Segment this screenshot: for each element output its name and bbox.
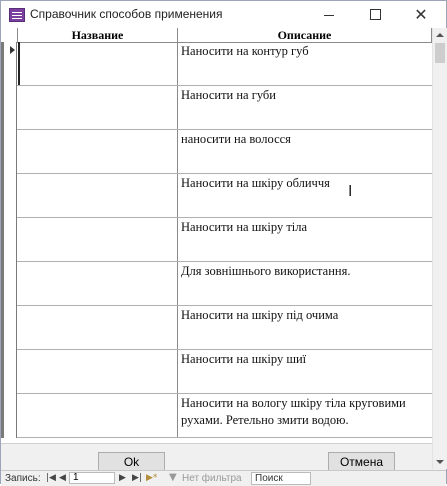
description-cell[interactable]: Наносити на шкіру обличчя [178, 174, 432, 217]
record-selector[interactable] [1, 130, 17, 174]
current-record-input[interactable]: 1 [69, 472, 115, 484]
previous-record-button[interactable]: ◀ [59, 473, 66, 483]
maximize-button[interactable] [352, 1, 398, 28]
name-cell[interactable] [18, 350, 178, 393]
record-selector[interactable] [1, 350, 17, 394]
description-cell[interactable]: Для зовнішнього використання. [178, 262, 432, 305]
column-header-name[interactable]: Название [18, 28, 178, 42]
table-row[interactable]: Наносити на шкіру тіла [1, 218, 432, 262]
name-cell[interactable] [18, 262, 178, 305]
table-row[interactable]: Для зовнішнього використання. [1, 262, 432, 306]
filter-status[interactable]: Нет фильтра [182, 473, 242, 484]
scroll-up-button[interactable] [433, 28, 447, 42]
name-cell[interactable] [18, 42, 178, 85]
record-selector[interactable] [1, 86, 17, 130]
name-cell[interactable] [18, 306, 178, 349]
ok-button-label: Ok [123, 455, 140, 469]
record-selector[interactable] [1, 218, 17, 262]
title-bar: Справочник способов применения ✕ [1, 1, 446, 28]
form-icon [9, 8, 25, 22]
dialog-window: Справочник способов применения ✕ Названи… [0, 0, 447, 486]
current-record-arrow-icon [10, 46, 15, 54]
description-cell[interactable]: Наносити на шкіру шиї [178, 350, 432, 393]
description-cell[interactable]: Наносити на шкіру під очима [178, 306, 432, 349]
cancel-button[interactable]: Отмена [328, 452, 395, 472]
first-record-button[interactable]: |◀ [46, 473, 56, 483]
name-cell[interactable] [18, 86, 178, 129]
new-record-button[interactable]: ▶* [146, 473, 157, 483]
vertical-scrollbar[interactable] [432, 28, 447, 469]
name-cell[interactable] [18, 394, 178, 437]
record-selector[interactable] [1, 394, 17, 438]
arrow-up-icon [436, 33, 444, 37]
description-cell[interactable]: наносити на волосся [178, 130, 432, 173]
description-cell[interactable]: Наносити на вологу шкіру тіла круговими … [178, 394, 432, 437]
column-header-row: Название Описание [1, 28, 432, 43]
next-record-button[interactable]: ▶ [119, 473, 126, 483]
close-icon: ✕ [414, 4, 428, 24]
name-cell[interactable] [18, 130, 178, 173]
scroll-down-button[interactable] [433, 455, 447, 469]
text-cursor-icon: I [348, 182, 353, 200]
last-record-button[interactable]: ▶| [132, 473, 142, 483]
column-header-description[interactable]: Описание [178, 28, 432, 42]
table-row[interactable]: Наносити на губи [1, 86, 432, 130]
minimize-button[interactable] [306, 1, 352, 28]
select-all-corner[interactable] [1, 28, 18, 42]
record-selector[interactable] [1, 174, 17, 218]
table-row[interactable]: наносити на волосся [1, 130, 432, 174]
scroll-thumb[interactable] [435, 43, 445, 63]
minimize-icon [324, 15, 334, 16]
name-cell[interactable] [18, 174, 178, 217]
record-selector[interactable] [1, 306, 17, 350]
record-selector[interactable] [1, 42, 17, 86]
table-row[interactable]: Наносити на вологу шкіру тіла круговими … [1, 394, 432, 438]
table-row[interactable]: Наносити на шкіру шиї [1, 350, 432, 394]
maximize-icon [369, 9, 381, 20]
arrow-down-icon [436, 460, 444, 464]
name-cell[interactable] [18, 218, 178, 261]
record-selector[interactable] [1, 262, 17, 306]
ok-button[interactable]: Ok [98, 452, 165, 472]
description-cell[interactable]: Наносити на губи [178, 86, 432, 129]
window-title: Справочник способов применения [30, 7, 223, 21]
close-button[interactable]: ✕ [398, 1, 444, 28]
record-label: Запись: [5, 473, 41, 484]
description-cell[interactable]: Наносити на шкіру тіла [178, 218, 432, 261]
table-row[interactable]: Наносити на контур губ [1, 42, 432, 86]
cancel-button-label: Отмена [339, 455, 384, 469]
search-input[interactable]: Поиск [251, 472, 311, 485]
table-row[interactable]: Наносити на шкіру обличчя [1, 174, 432, 218]
description-cell[interactable]: Наносити на контур губ [178, 42, 432, 85]
table-row[interactable]: Наносити на шкіру під очима [1, 306, 432, 350]
filter-icon: ▼ [169, 472, 177, 483]
datasheet-grid: Название Описание Наносити на контур губ… [1, 28, 432, 443]
